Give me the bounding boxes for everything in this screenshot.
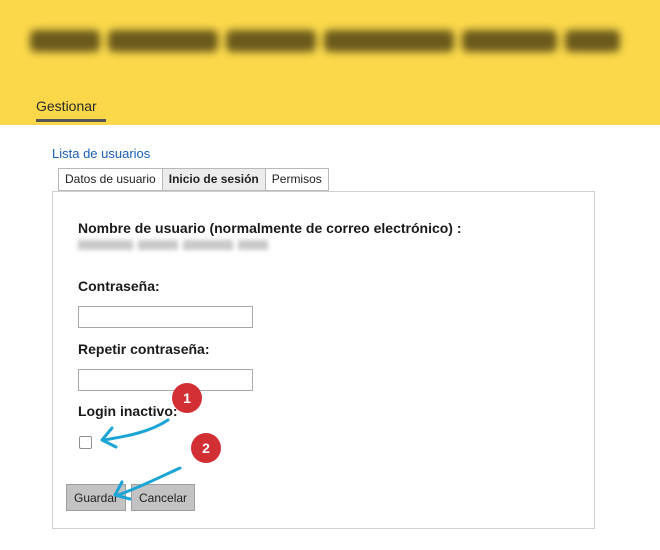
site-title-blurred	[30, 18, 620, 68]
annotation-badge-1: 1	[172, 383, 202, 413]
username-value-blurred	[78, 238, 268, 252]
header-bar: Gestionar	[0, 0, 660, 125]
nav-tab-gestionar[interactable]: Gestionar	[36, 98, 97, 114]
user-list-link[interactable]: Lista de usuarios	[52, 146, 150, 161]
cancel-button[interactable]: Cancelar	[131, 484, 196, 511]
tab-user-data[interactable]: Datos de usuario	[58, 168, 162, 191]
login-inactive-checkbox[interactable]	[79, 436, 92, 449]
password-label: Contraseña:	[78, 278, 160, 294]
tab-login[interactable]: Inicio de sesión	[161, 168, 265, 191]
repeat-password-input[interactable]	[78, 369, 253, 391]
password-input[interactable]	[78, 306, 253, 328]
tab-permissions[interactable]: Permisos	[264, 168, 329, 191]
login-form-panel: Nombre de usuario (normalmente de correo…	[52, 191, 595, 529]
repeat-password-label: Repetir contraseña:	[78, 341, 210, 357]
login-inactive-label: Login inactivo:	[78, 403, 178, 419]
tab-bar: Datos de usuario Inicio de sesión Permis…	[58, 168, 329, 191]
save-button[interactable]: Guardar	[66, 484, 127, 511]
username-label: Nombre de usuario (normalmente de correo…	[78, 220, 462, 236]
annotation-badge-2: 2	[191, 433, 221, 463]
nav-tab-underline	[36, 119, 106, 122]
